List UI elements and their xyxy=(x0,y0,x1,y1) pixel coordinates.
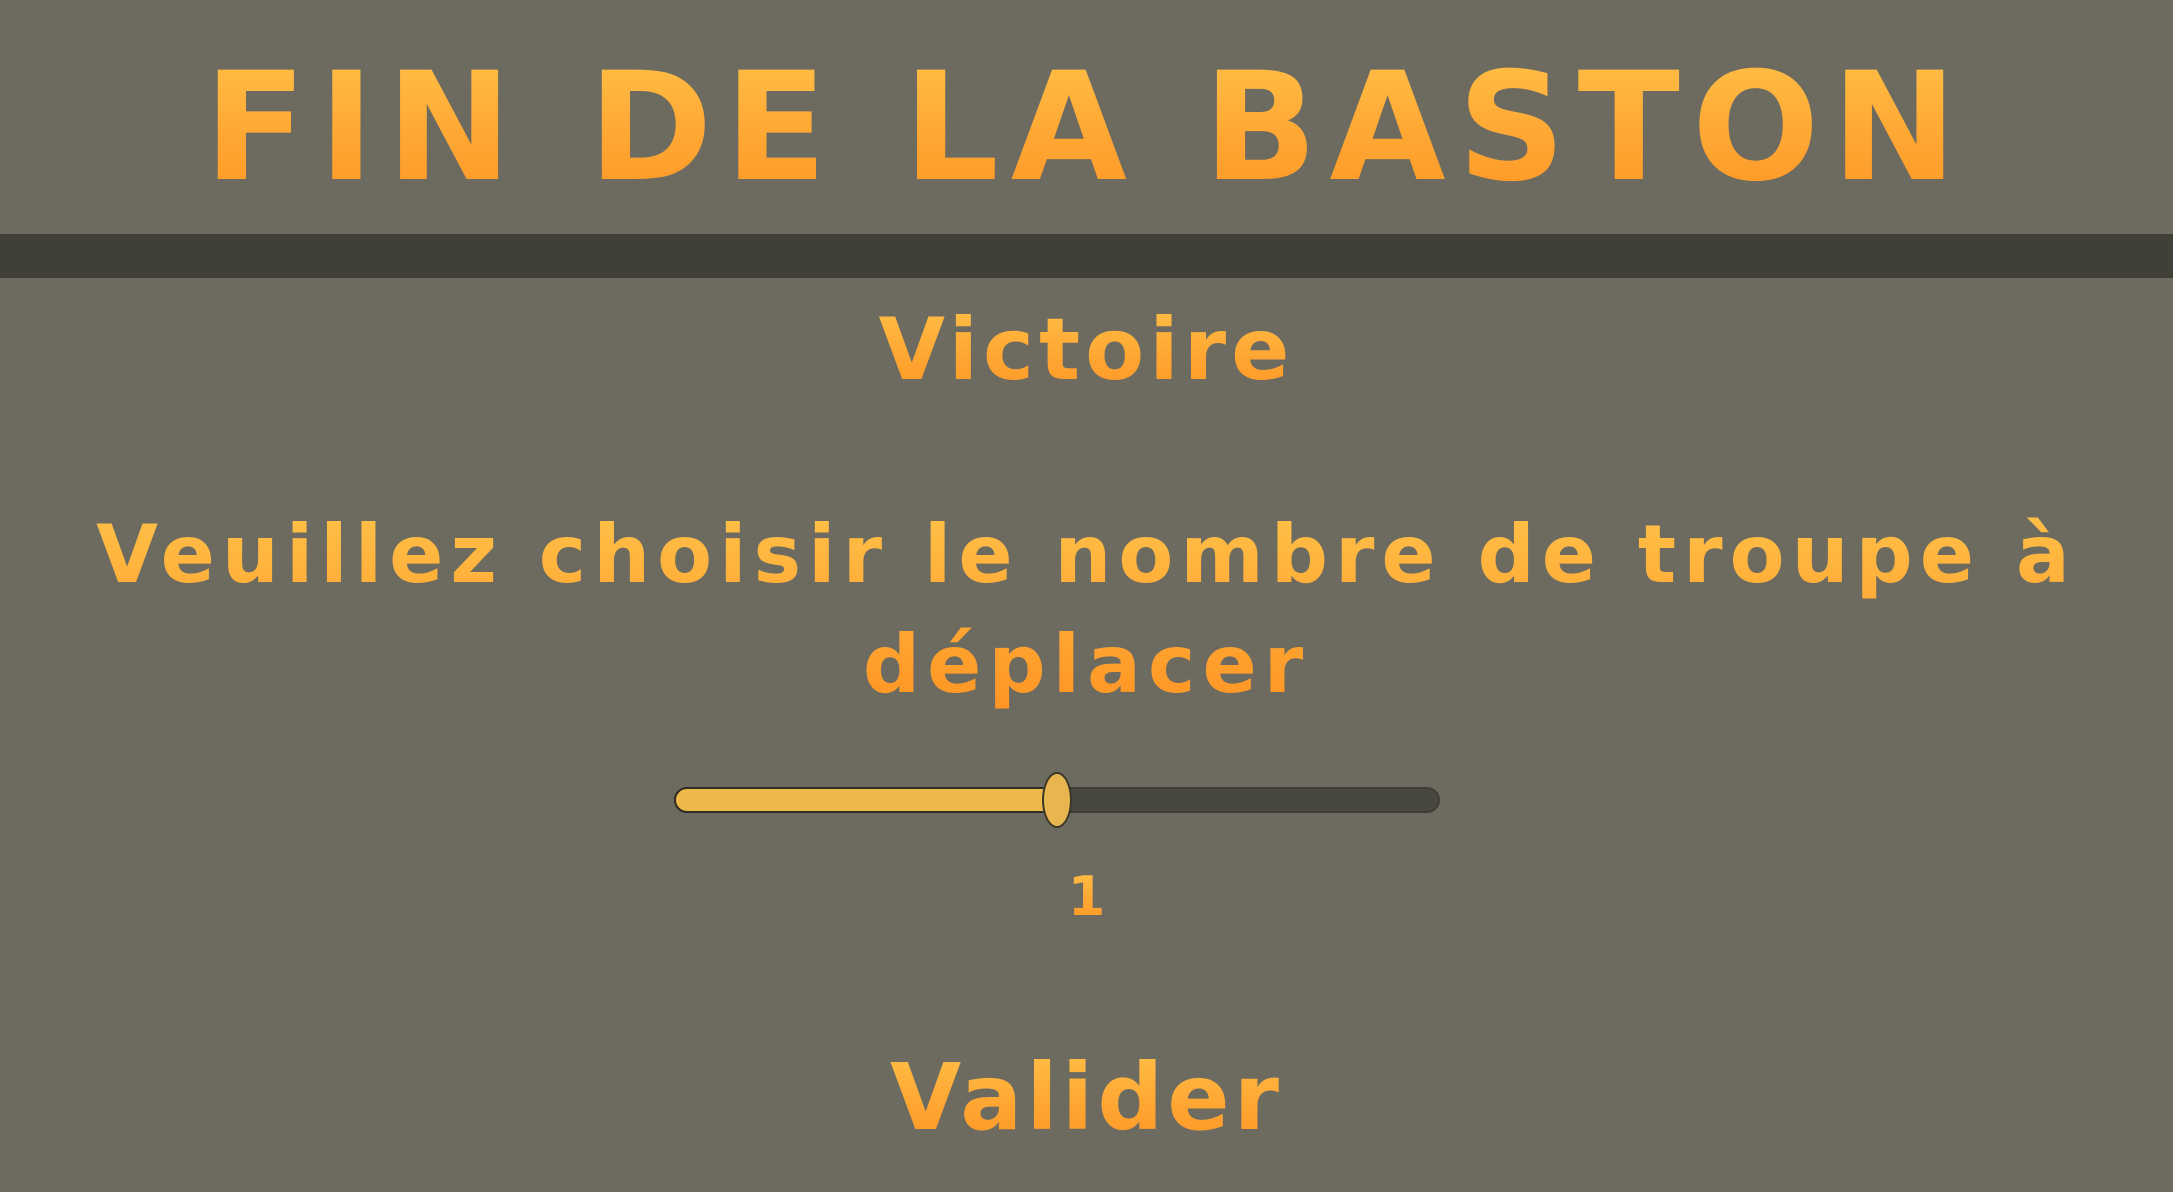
troop-count-prompt: Veuillez choisir le nombre de troupe à d… xyxy=(0,500,2173,720)
battle-end-title: FIN DE LA BASTON xyxy=(0,38,2173,218)
troop-count-value: 1 xyxy=(0,862,2173,932)
slider-fill xyxy=(674,787,1057,813)
header-divider xyxy=(0,234,2173,278)
slider-handle[interactable] xyxy=(1042,772,1072,828)
battle-result-label: Victoire xyxy=(0,295,2173,405)
troop-count-slider[interactable] xyxy=(674,770,1440,830)
validate-button[interactable]: Valider xyxy=(870,1040,1303,1155)
